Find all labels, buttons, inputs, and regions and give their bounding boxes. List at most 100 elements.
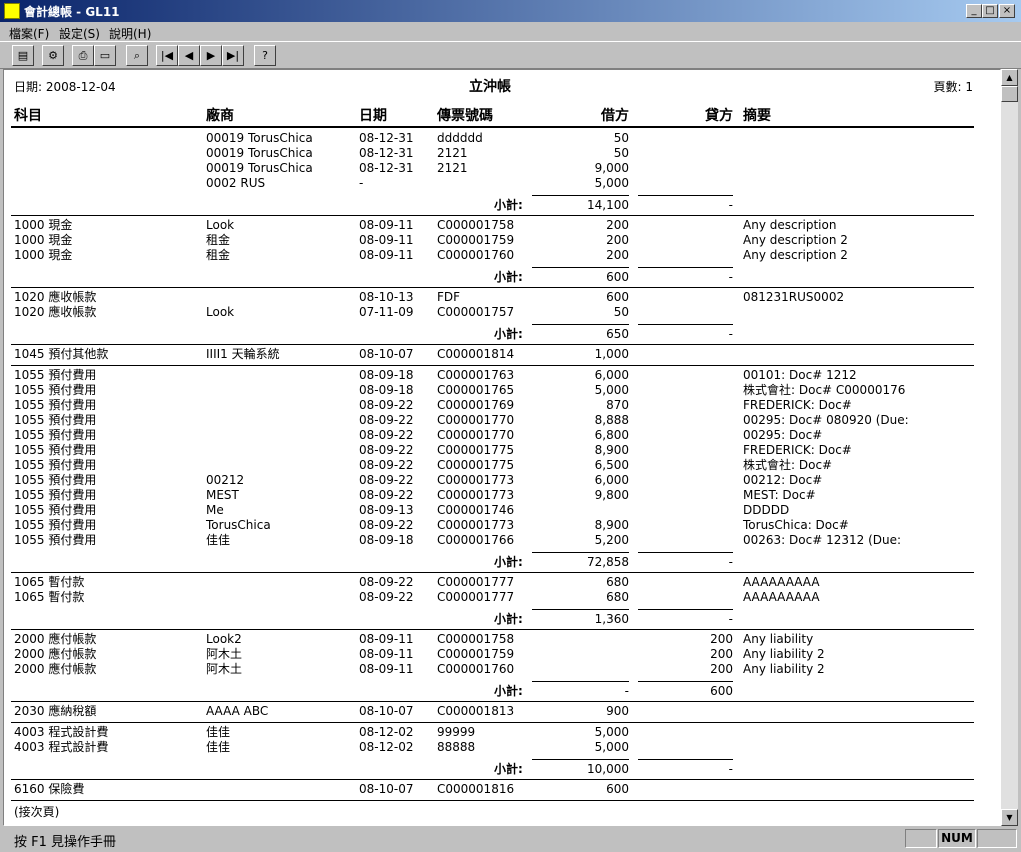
help-icon[interactable]: ? (254, 45, 276, 66)
minimize-button[interactable]: _ (966, 4, 982, 18)
report-title: 立沖帳 (469, 79, 511, 95)
cell-summary: 081231RUS0002 (743, 290, 845, 304)
cell-debit: 6,000 (594, 473, 629, 487)
title-bar: 會計總帳 - GL11 _ □ × (0, 0, 1021, 22)
last-page-icon[interactable]: ▶| (222, 45, 244, 66)
subtotal-debit: - (624, 684, 629, 698)
prev-page-icon[interactable]: ◀ (178, 45, 200, 66)
cell-voucher: C000001777 (437, 590, 515, 604)
cell-voucher: C000001813 (437, 704, 515, 718)
cell-date: 08-10-13 (359, 290, 414, 304)
subtotal-rule-debit (532, 324, 629, 325)
cell-account: 1055 預付費用 (14, 473, 97, 487)
cell-account: 1045 預付其他款 (14, 347, 109, 361)
report-view[interactable]: 日期: 2008-12-04 立沖帳 頁數: 1 科目 廠商 日期 傳票號碼 借… (3, 69, 1001, 826)
cell-debit: 200 (606, 233, 629, 247)
cell-date: 08-09-13 (359, 503, 414, 517)
next-page-icon[interactable]: ▶ (200, 45, 222, 66)
scroll-up-icon[interactable]: ▲ (1001, 69, 1018, 86)
cell-vendor: 佳佳 (206, 725, 231, 739)
page-number: 頁數: 1 (933, 80, 974, 94)
cell-date: 08-09-22 (359, 575, 414, 589)
subtotal-label: 小計: (494, 612, 523, 626)
cell-summary: Any description 2 (743, 233, 848, 247)
cell-date: 08-10-07 (359, 782, 414, 796)
cell-voucher: C000001757 (437, 305, 515, 319)
cell-date: 08-12-31 (359, 146, 414, 160)
scroll-down-icon[interactable]: ▼ (1001, 809, 1018, 826)
cell-account: 1055 預付費用 (14, 503, 97, 517)
cell-summary: 株式會社: Doc# (743, 458, 833, 472)
cell-date: 08-09-22 (359, 398, 414, 412)
status-panel-blank-2 (977, 829, 1017, 848)
cell-date: 08-12-31 (359, 161, 414, 175)
setup-icon[interactable]: ⚙ (42, 45, 64, 66)
col-header-voucher: 傳票號碼 (437, 108, 493, 124)
cell-voucher: C000001769 (437, 398, 515, 412)
search-icon[interactable]: ⌕ (126, 45, 148, 66)
subtotal-credit: - (728, 762, 733, 776)
cell-vendor: 0002 RUS (206, 176, 266, 190)
close-button[interactable]: × (999, 4, 1015, 18)
cell-date: 08-09-11 (359, 248, 414, 262)
cell-date: 08-09-18 (359, 368, 414, 382)
subtotal-rule-credit (638, 552, 733, 553)
cell-date: 08-09-11 (359, 632, 414, 646)
subtotal-label: 小計: (494, 762, 523, 776)
cell-voucher: C000001765 (437, 383, 515, 397)
cell-voucher: 2121 (437, 161, 468, 175)
subtotal-rule-debit (532, 267, 629, 268)
cell-account: 1065 暫付款 (14, 590, 85, 604)
vertical-scrollbar[interactable]: ▲ ▼ (1001, 69, 1018, 826)
group-separator (11, 701, 974, 702)
cell-voucher: FDF (437, 290, 461, 304)
cell-account: 2030 應納稅額 (14, 704, 97, 718)
menu-file[interactable]: 檔案(F) (9, 25, 49, 42)
subtotal-credit: - (728, 612, 733, 626)
cell-voucher: C000001758 (437, 632, 515, 646)
cell-debit: 5,000 (594, 725, 629, 739)
group-separator (11, 629, 974, 630)
print-icon[interactable]: ⎙ (72, 45, 94, 66)
cell-debit: 680 (606, 590, 629, 604)
cell-vendor: TorusChica (206, 518, 271, 532)
cell-account: 4003 程式設計費 (14, 725, 109, 739)
cell-debit: 5,000 (594, 383, 629, 397)
subtotal-credit: - (728, 198, 733, 212)
cell-debit: 200 (606, 218, 629, 232)
cell-debit: 8,900 (594, 443, 629, 457)
menu-bar: 檔案(F) 設定(S) 說明(H) (0, 22, 1021, 41)
cell-debit: 5,200 (594, 533, 629, 547)
maximize-button[interactable]: □ (982, 4, 998, 18)
cell-account: 1020 應收帳款 (14, 305, 97, 319)
cell-date: 08-09-22 (359, 473, 414, 487)
scroll-thumb[interactable] (1001, 86, 1018, 102)
num-lock-indicator: NUM (938, 829, 976, 848)
cell-credit: 200 (710, 632, 733, 646)
cell-summary: TorusChica: Doc# (743, 518, 849, 532)
cell-vendor: AAAA ABC (206, 704, 269, 718)
report-date: 日期: 2008-12-04 (14, 80, 116, 94)
cell-voucher: C000001816 (437, 782, 515, 796)
cell-account: 1055 預付費用 (14, 533, 97, 547)
menu-settings[interactable]: 設定(S) (59, 25, 100, 42)
subtotal-label: 小計: (494, 270, 523, 284)
cell-vendor: MEST (206, 488, 239, 502)
col-header-summary: 摘要 (743, 108, 771, 124)
first-page-icon[interactable]: |◀ (156, 45, 178, 66)
cell-date: 07-11-09 (359, 305, 414, 319)
cell-account: 2000 應付帳款 (14, 662, 97, 676)
cell-account: 1055 預付費用 (14, 428, 97, 442)
preview-icon[interactable]: ▤ (12, 45, 34, 66)
cell-vendor: 00019 TorusChica (206, 146, 313, 160)
cell-voucher: C000001766 (437, 533, 515, 547)
group-separator (11, 365, 974, 366)
menu-help[interactable]: 說明(H) (109, 25, 151, 42)
col-header-account: 科目 (14, 108, 42, 124)
cell-summary: DDDDD (743, 503, 790, 517)
window-icon[interactable]: ▭ (94, 45, 116, 66)
cell-voucher: C000001759 (437, 233, 515, 247)
cell-voucher: C000001814 (437, 347, 515, 361)
cell-date: 08-10-07 (359, 704, 414, 718)
cell-voucher: C000001773 (437, 488, 515, 502)
